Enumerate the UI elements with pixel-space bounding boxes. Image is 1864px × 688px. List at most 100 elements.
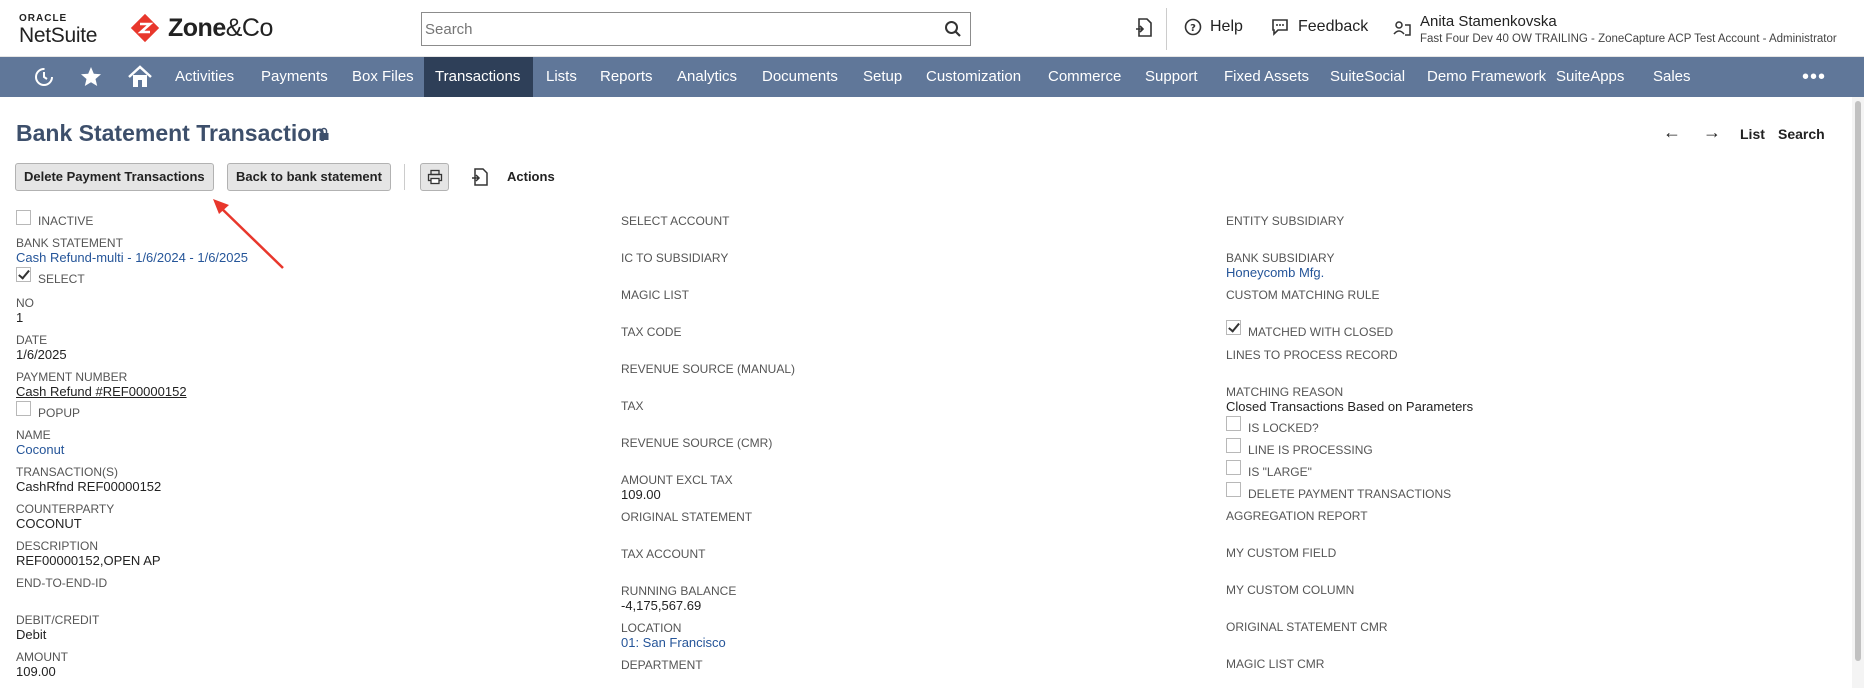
nav-analytics[interactable]: Analytics: [666, 57, 748, 97]
debit-credit-value: Debit: [16, 627, 47, 642]
inactive-label: INACTIVE: [38, 214, 94, 228]
select-checkbox[interactable]: [16, 267, 31, 282]
date-field: DATE 1/6/2025: [16, 333, 67, 363]
aggregation-report-label: AGGREGATION REPORT: [1226, 509, 1368, 523]
nav-documents[interactable]: Documents: [751, 57, 849, 97]
help-icon: ?: [1184, 18, 1202, 36]
bank-statement-label: BANK STATEMENT: [16, 236, 123, 250]
list-link[interactable]: List: [1740, 126, 1765, 142]
description-value: REF00000152,OPEN AP: [16, 553, 161, 568]
bank-statement-link[interactable]: Cash Refund-multi - 1/6/2024 - 1/6/2025: [16, 250, 248, 266]
oracle-logo-text: ORACLE: [19, 13, 68, 24]
nav-transactions[interactable]: Transactions: [424, 57, 533, 97]
delete-payment-transactions-label: DELETE PAYMENT TRANSACTIONS: [1248, 487, 1452, 501]
nav-payments[interactable]: Payments: [250, 57, 339, 97]
print-icon: [427, 169, 443, 185]
nav-fixed-assets[interactable]: Fixed Assets: [1213, 57, 1320, 97]
search-input[interactable]: [422, 13, 922, 45]
user-menu[interactable]: Anita Stamenkovska Fast Four Dev 40 OW T…: [1420, 13, 1837, 47]
feedback-label: Feedback: [1298, 18, 1369, 35]
svg-text:?: ?: [1190, 23, 1196, 34]
counterparty-value: COCONUT: [16, 516, 82, 531]
search-icon[interactable]: [944, 20, 962, 43]
payment-number-link[interactable]: Cash Refund #REF00000152: [16, 384, 187, 400]
user-account: Fast Four Dev 40 OW TRAILING - ZoneCaptu…: [1420, 33, 1837, 45]
scrollbar-thumb[interactable]: [1855, 101, 1861, 661]
nav-suiteapps[interactable]: SuiteApps: [1545, 57, 1635, 97]
actions-icon[interactable]: [470, 167, 490, 192]
location-link[interactable]: 01: San Francisco: [621, 635, 726, 651]
star-icon[interactable]: [79, 65, 103, 94]
lock-icon: [318, 127, 330, 146]
delete-payment-transactions-checkbox[interactable]: [1226, 482, 1241, 497]
nav-lists[interactable]: Lists: [535, 57, 588, 97]
debit-credit-label: DEBIT/CREDIT: [16, 613, 100, 627]
revenue-source-manual-label: REVENUE SOURCE (MANUAL): [621, 362, 796, 376]
help-label: Help: [1210, 18, 1243, 35]
next-record-arrow[interactable]: →: [1703, 122, 1721, 143]
home-icon[interactable]: [127, 65, 153, 94]
matching-reason-label: MATCHING REASON: [1226, 385, 1344, 399]
netsuite-logo-text: NetSuite: [19, 24, 98, 47]
nav-sales[interactable]: Sales: [1642, 57, 1702, 97]
description-label: DESCRIPTION: [16, 539, 99, 553]
matching-reason-field: MATCHING REASON Closed Transactions Base…: [1226, 385, 1473, 415]
nav-support[interactable]: Support: [1134, 57, 1209, 97]
nav-suitesocial[interactable]: SuiteSocial: [1319, 57, 1416, 97]
search-link[interactable]: Search: [1778, 126, 1825, 142]
zone-co-logo[interactable]: Zone&Co: [130, 13, 273, 43]
my-custom-field-label: MY CUSTOM FIELD: [1226, 546, 1337, 560]
actions-menu[interactable]: Actions: [507, 169, 555, 184]
original-statement-cmr-label: ORIGINAL STATEMENT CMR: [1226, 620, 1388, 634]
nav-box-files[interactable]: Box Files: [341, 57, 425, 97]
matched-with-closed-checkbox[interactable]: [1226, 320, 1241, 335]
no-value: 1: [16, 310, 24, 325]
feedback-link[interactable]: Feedback: [1270, 18, 1368, 36]
page-scrollbar[interactable]: [1852, 97, 1864, 688]
nav-setup[interactable]: Setup: [852, 57, 913, 97]
print-button[interactable]: [420, 163, 449, 191]
location-field: LOCATION 01: San Francisco: [621, 621, 726, 651]
revenue-source-cmr-label: REVENUE SOURCE (CMR): [621, 436, 773, 450]
amount-excl-tax-value: 109.00: [621, 487, 661, 502]
nav-reports[interactable]: Reports: [589, 57, 664, 97]
is-large-checkbox[interactable]: [1226, 460, 1241, 475]
help-link[interactable]: ? Help: [1184, 18, 1243, 36]
matching-reason-value: Closed Transactions Based on Parameters: [1226, 399, 1474, 414]
bank-subsidiary-field: BANK SUBSIDIARY Honeycomb Mfg.: [1226, 251, 1334, 281]
debit-credit-field: DEBIT/CREDIT Debit: [16, 613, 99, 643]
transactions-field: TRANSACTION(S) CashRfnd REF00000152: [16, 465, 161, 495]
amount-excl-tax-field: AMOUNT EXCL TAX 109.00: [621, 473, 733, 503]
recent-icon[interactable]: [32, 65, 56, 94]
amount-label: AMOUNT: [16, 650, 68, 664]
global-search[interactable]: [421, 12, 971, 46]
toolbar-separator: [404, 164, 405, 190]
is-locked-checkbox[interactable]: [1226, 416, 1241, 431]
previous-record-arrow[interactable]: ←: [1663, 122, 1681, 143]
main-nav: Activities Payments Box Files Transactio…: [0, 57, 1864, 97]
magic-list-cmr-label: MAGIC LIST CMR: [1226, 657, 1325, 671]
name-link[interactable]: Coconut: [16, 442, 64, 458]
my-custom-column-label: MY CUSTOM COLUMN: [1226, 583, 1355, 597]
role-switch-icon[interactable]: [1392, 19, 1412, 44]
nav-demo-framework[interactable]: Demo Framework: [1416, 57, 1557, 97]
running-balance-value: -4,175,567.69: [621, 598, 702, 613]
inactive-checkbox[interactable]: [16, 210, 31, 225]
name-label: NAME: [16, 428, 51, 442]
matched-with-closed-label: MATCHED WITH CLOSED: [1248, 325, 1394, 339]
nav-customization[interactable]: Customization: [915, 57, 1032, 97]
nav-more-icon[interactable]: •••: [1802, 66, 1826, 89]
line-is-processing-checkbox[interactable]: [1226, 438, 1241, 453]
description-field: DESCRIPTION REF00000152,OPEN AP: [16, 539, 161, 569]
recent-records-icon[interactable]: [1134, 17, 1162, 39]
popup-checkbox[interactable]: [16, 401, 31, 416]
name-field: NAME Coconut: [16, 428, 64, 458]
location-label: LOCATION: [621, 621, 682, 635]
netsuite-logo[interactable]: ORACLE NetSuite: [19, 13, 97, 48]
nav-commerce[interactable]: Commerce: [1037, 57, 1132, 97]
delete-payment-transactions-button[interactable]: Delete Payment Transactions: [15, 163, 214, 191]
bank-subsidiary-link[interactable]: Honeycomb Mfg.: [1226, 265, 1334, 281]
popup-label: POPUP: [38, 406, 81, 420]
back-to-bank-statement-button[interactable]: Back to bank statement: [227, 163, 391, 191]
nav-activities[interactable]: Activities: [164, 57, 245, 97]
